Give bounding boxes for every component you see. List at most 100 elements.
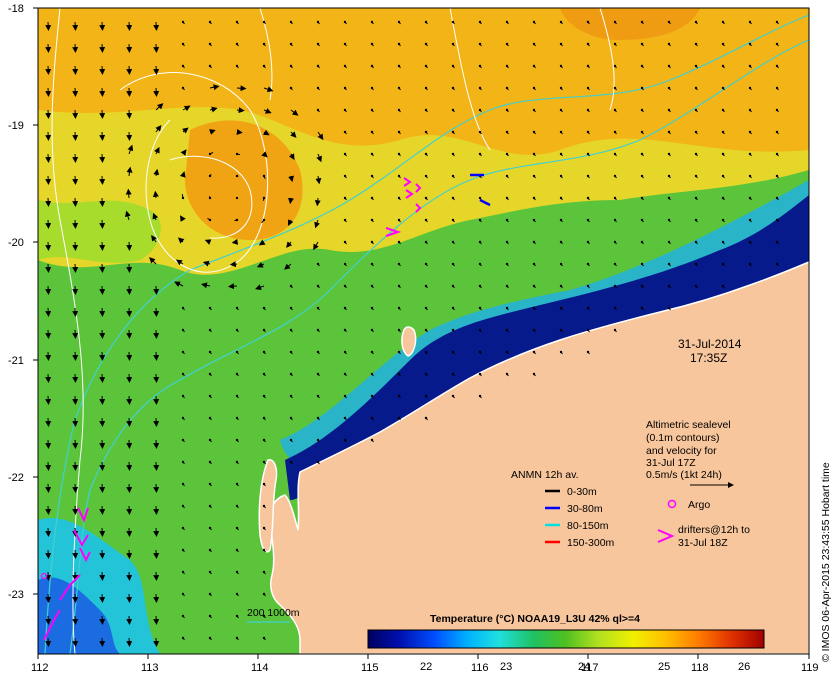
velocity-dot — [370, 438, 374, 442]
velocity-arrow — [99, 461, 106, 471]
velocity-dot — [667, 152, 671, 156]
velocity-dot — [613, 262, 617, 266]
velocity-dot — [208, 504, 212, 508]
velocity-arrow — [153, 417, 160, 427]
velocity-dot — [559, 196, 563, 200]
velocity-dot — [451, 64, 455, 68]
velocity-dot — [262, 174, 266, 178]
velocity-dot — [694, 218, 698, 222]
velocity-arrow — [72, 439, 79, 449]
velocity-dot — [370, 64, 374, 68]
lat-label-20: -20 — [8, 237, 24, 249]
velocity-dot — [235, 218, 239, 222]
velocity-dot — [451, 20, 455, 24]
velocity-dot — [424, 306, 428, 310]
velocity-dot — [451, 284, 455, 288]
velocity-dot — [694, 240, 698, 244]
velocity-dot — [316, 20, 320, 24]
velocity-dot — [181, 460, 185, 464]
colorbar-gradient — [367, 629, 765, 649]
velocity-arrow — [45, 263, 52, 273]
velocity-dot — [316, 306, 320, 310]
velocity-arrow — [126, 263, 133, 273]
velocity-dot — [667, 306, 671, 310]
velocity-dot — [370, 86, 374, 90]
velocity-dot — [343, 130, 347, 134]
lat-label-21: -21 — [8, 355, 24, 367]
velocity-dot — [181, 372, 185, 376]
velocity-dot — [262, 592, 266, 596]
velocity-arrow — [72, 285, 79, 295]
velocity-arrow — [126, 483, 133, 493]
velocity-dot — [532, 306, 536, 310]
velocity-dot — [343, 42, 347, 46]
velocity-dot — [559, 240, 563, 244]
velocity-dot — [181, 438, 185, 442]
velocity-dot — [721, 130, 725, 134]
velocity-dot — [397, 328, 401, 332]
velocity-arrow — [72, 43, 79, 53]
velocity-dot — [613, 306, 617, 310]
velocity-dot — [262, 394, 266, 398]
velocity-dot — [559, 350, 563, 354]
velocity-dot — [424, 108, 428, 112]
velocity-arrow — [72, 263, 79, 273]
velocity-dot — [478, 20, 482, 24]
velocity-dot — [478, 152, 482, 156]
velocity-dot — [721, 174, 725, 178]
velocity-dot — [775, 262, 779, 266]
velocity-dot — [370, 108, 374, 112]
velocity-arrow — [99, 87, 106, 97]
velocity-dot — [478, 394, 482, 398]
velocity-dot — [505, 152, 509, 156]
velocity-arrow — [72, 109, 79, 119]
velocity-dot — [343, 174, 347, 178]
velocity-dot — [316, 416, 320, 420]
velocity-dot — [559, 152, 563, 156]
velocity-dot — [397, 86, 401, 90]
colorbar-tick-26: 26 — [738, 661, 750, 673]
velocity-dot — [370, 174, 374, 178]
velocity-arrow — [153, 505, 160, 515]
velocity-arrow — [72, 615, 79, 625]
velocity-dot — [343, 328, 347, 332]
velocity-dot — [424, 218, 428, 222]
velocity-dot — [289, 438, 293, 442]
velocity-dot — [316, 108, 320, 112]
velocity-arrow — [126, 373, 133, 383]
velocity-dot — [478, 108, 482, 112]
velocity-dot — [235, 526, 239, 530]
velocity-dot — [343, 218, 347, 222]
velocity-arrow — [45, 483, 52, 493]
velocity-arrow — [45, 417, 52, 427]
velocity-dot — [262, 438, 266, 442]
velocity-arrow — [126, 87, 133, 97]
velocity-dot — [667, 108, 671, 112]
velocity-arrow — [153, 87, 160, 97]
velocity-arrow — [72, 637, 79, 647]
velocity-dot — [208, 438, 212, 442]
velocity-dot — [235, 460, 239, 464]
velocity-dot — [343, 372, 347, 376]
velocity-dot — [505, 328, 509, 332]
velocity-dot — [640, 262, 644, 266]
velocity-dot — [505, 196, 509, 200]
velocity-dot — [370, 372, 374, 376]
velocity-dot — [316, 328, 320, 332]
velocity-arrow — [45, 527, 52, 537]
velocity-arrow — [45, 175, 52, 185]
velocity-dot — [721, 42, 725, 46]
velocity-arrow — [126, 505, 133, 515]
velocity-arrow — [126, 637, 133, 647]
velocity-dot — [397, 240, 401, 244]
velocity-dot — [262, 482, 266, 486]
velocity-arrow — [153, 373, 160, 383]
velocity-dot — [505, 240, 509, 244]
velocity-dot — [316, 42, 320, 46]
velocity-dot — [181, 196, 185, 200]
velocity-dot — [532, 130, 536, 134]
velocity-dot — [667, 174, 671, 178]
velocity-arrow — [99, 395, 106, 405]
velocity-dot — [505, 262, 509, 266]
velocity-dot — [586, 86, 590, 90]
